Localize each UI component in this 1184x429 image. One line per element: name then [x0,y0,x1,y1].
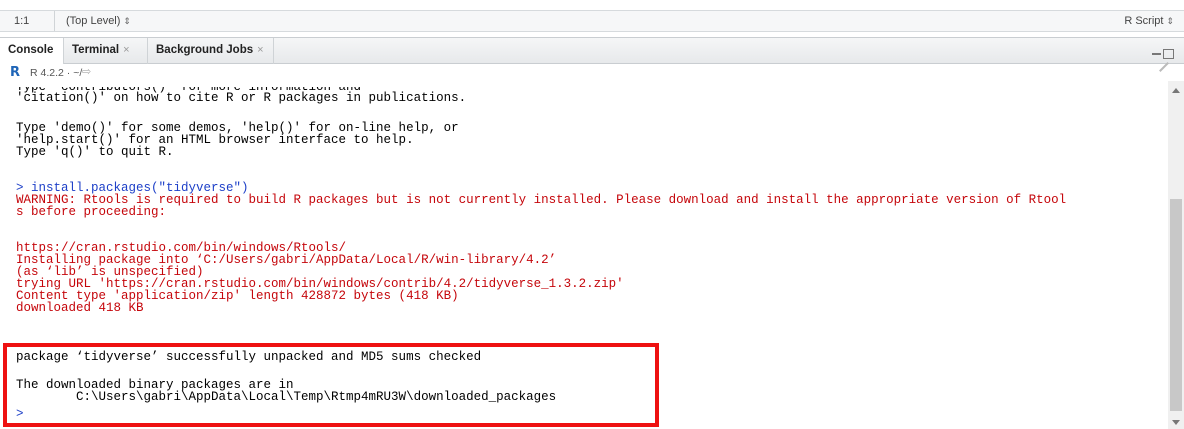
working-dir: ~/ [73,67,83,79]
console-error-line: downloaded 418 KB [16,301,144,315]
pane-tab-bar: Console Terminal × Background Jobs × [0,37,1184,64]
console-scrollbar[interactable] [1168,81,1184,429]
cursor-position: 1:1 [14,15,30,27]
tab-background-jobs[interactable]: Background Jobs × [148,38,274,64]
close-icon[interactable]: × [123,44,129,56]
scrollbar-thumb[interactable] [1170,199,1182,411]
file-type-label: R Script [1124,15,1164,27]
updown-arrow-icon: ⇕ [1166,16,1174,26]
tab-console[interactable]: Console [0,38,64,64]
r-version-path: R 4.2.2 · ~/ [30,67,83,79]
tab-terminal[interactable]: Terminal × [64,38,148,64]
scope-selector[interactable]: (Top Level) ⇕ [66,15,131,27]
goto-directory-icon[interactable]: ⇨ [82,65,91,78]
console-error-line: WARNING: Rtools is required to build R p… [16,193,1067,207]
maximize-icon[interactable] [1163,48,1174,59]
console-line: Type 'q()' to quit R. [16,145,174,159]
r-logo-icon: R [10,65,21,80]
scroll-down-icon[interactable] [1172,420,1180,425]
pane-window-controls [1152,45,1174,63]
updown-arrow-icon: ⇕ [123,16,131,26]
divider [54,11,55,31]
console-error-line: s before proceeding: [16,205,167,219]
scope-label: (Top Level) [66,15,121,27]
highlight-box [3,343,659,427]
tab-label: Console [8,44,54,56]
broom-icon[interactable] [1159,62,1169,72]
console-line: 'citation()' on how to cite R or R packa… [16,91,467,105]
file-type-selector[interactable]: R Script ⇕ [1124,15,1174,27]
minimize-icon[interactable] [1152,52,1161,55]
close-icon[interactable]: × [257,44,263,56]
tab-label: Background Jobs [156,44,254,56]
editor-status-bar: 1:1 (Top Level) ⇕ R Script ⇕ [0,10,1184,32]
console-header: R R 4.2.2 · ~/ ⇨ [0,62,1184,81]
scroll-up-icon[interactable] [1172,88,1180,93]
r-version: R 4.2.2 [30,67,64,79]
tab-label: Terminal [72,44,120,56]
